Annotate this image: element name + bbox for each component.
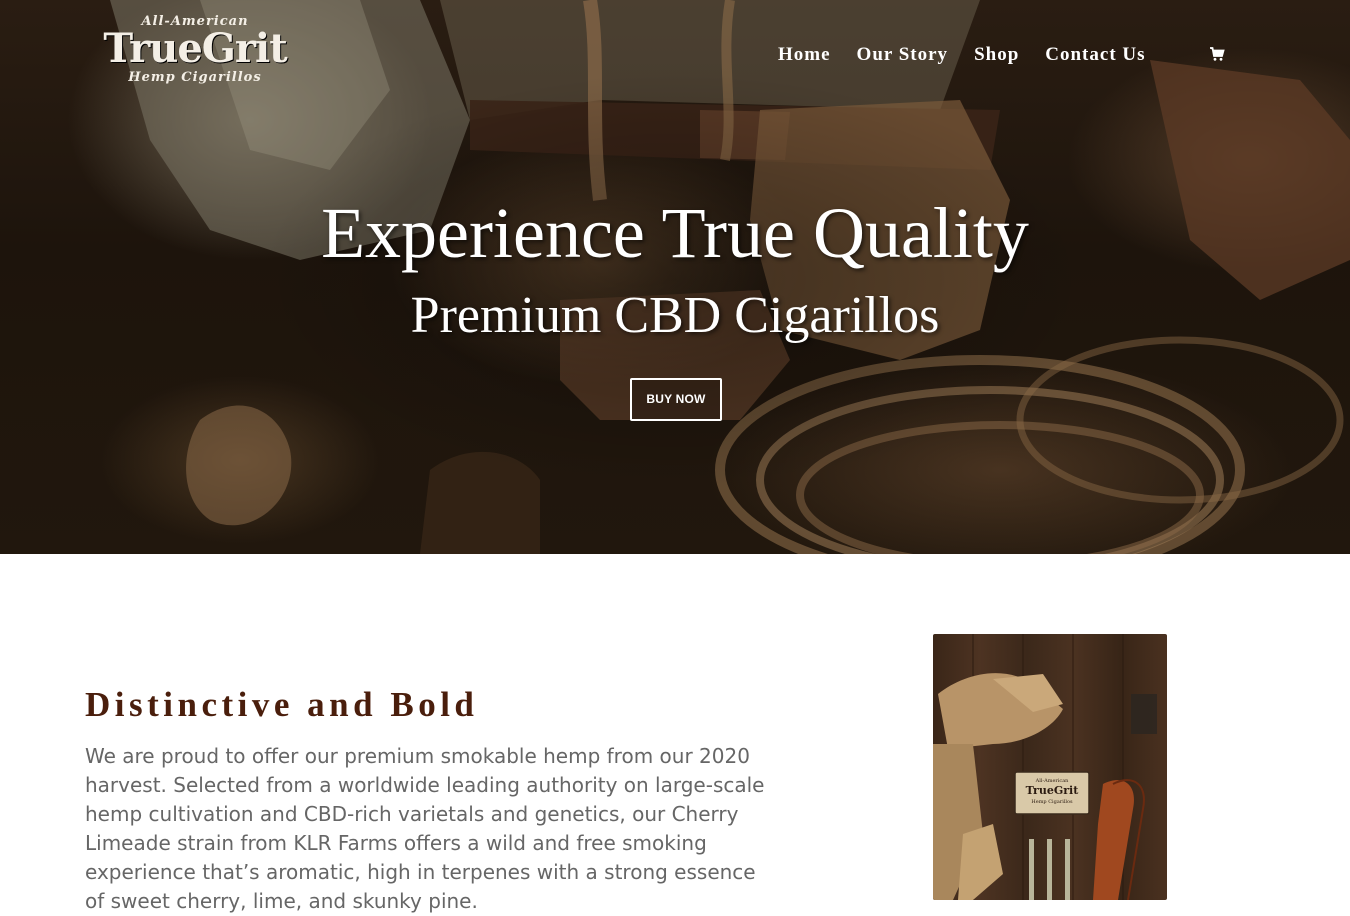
section-body-text: We are proud to offer our premium smokab… (85, 744, 765, 913)
hero-banner: All-American TrueGrit Hemp Cigarillos Ho… (0, 0, 1350, 554)
product-photo: All-American TrueGrit Hemp Cigarillos (933, 634, 1167, 900)
tin-brand: TrueGrit (1026, 784, 1080, 797)
nav-home-link[interactable]: Home (778, 44, 831, 66)
hero-subheadline: Premium CBD Cigarillos (410, 287, 940, 344)
tin-brand-bottom: Hemp Cigarillos (1031, 799, 1073, 805)
shopping-cart-icon[interactable] (1209, 46, 1225, 62)
main-navigation: Home Our Story Shop Contact Us (778, 44, 1172, 66)
logo-tagline-bottom: Hemp Cigarillos (128, 70, 262, 85)
hero-headline: Experience True Quality (321, 193, 1029, 273)
nav-our-story-link[interactable]: Our Story (857, 44, 949, 66)
logo-wordmark: TrueGrit (103, 25, 287, 72)
nav-contact-us-link[interactable]: Contact Us (1045, 44, 1145, 66)
site-logo[interactable]: All-American TrueGrit Hemp Cigarillos (88, 12, 302, 90)
buy-now-button[interactable]: BUY NOW (630, 378, 722, 421)
nav-shop-link[interactable]: Shop (974, 44, 1019, 66)
section-title: Distinctive and Bold (85, 685, 479, 724)
